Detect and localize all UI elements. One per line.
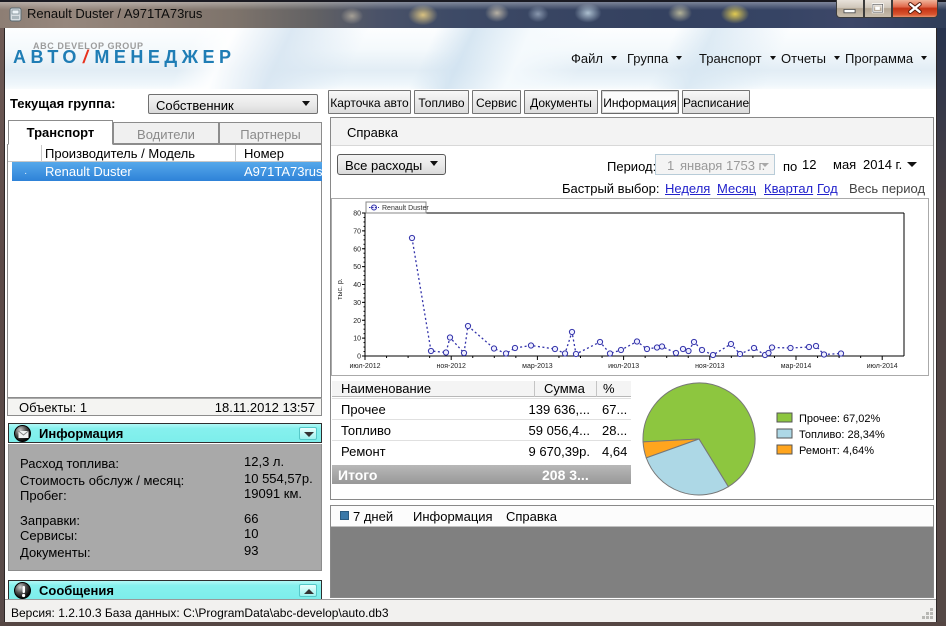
svg-text:июл-2014: июл-2014 xyxy=(867,363,898,370)
svg-text:60: 60 xyxy=(353,246,361,253)
svg-text:мар-2013: мар-2013 xyxy=(522,363,553,370)
svg-text:мар-2014: мар-2014 xyxy=(781,363,812,370)
svg-text:70: 70 xyxy=(353,228,361,235)
svg-text:80: 80 xyxy=(353,211,361,218)
svg-text:июл-2013: июл-2013 xyxy=(608,363,639,370)
svg-text:Ремонт: 4,64%: Ремонт: 4,64% xyxy=(799,445,874,457)
svg-text:Renault Duster: Renault Duster xyxy=(382,205,429,212)
svg-text:20: 20 xyxy=(353,318,361,325)
svg-text:40: 40 xyxy=(353,282,361,289)
svg-text:Топливо: 28,34%: Топливо: 28,34% xyxy=(799,429,885,441)
svg-text:ноя-2012: ноя-2012 xyxy=(436,363,466,370)
svg-text:Прочее: 67,02%: Прочее: 67,02% xyxy=(799,413,881,425)
svg-text:30: 30 xyxy=(353,300,361,307)
svg-text:0: 0 xyxy=(357,354,361,361)
svg-text:тыс. р.: тыс. р. xyxy=(337,278,344,300)
svg-text:июл-2012: июл-2012 xyxy=(350,363,381,370)
svg-text:10: 10 xyxy=(353,336,361,343)
svg-text:ноя-2013: ноя-2013 xyxy=(695,363,725,370)
svg-text:50: 50 xyxy=(353,264,361,271)
